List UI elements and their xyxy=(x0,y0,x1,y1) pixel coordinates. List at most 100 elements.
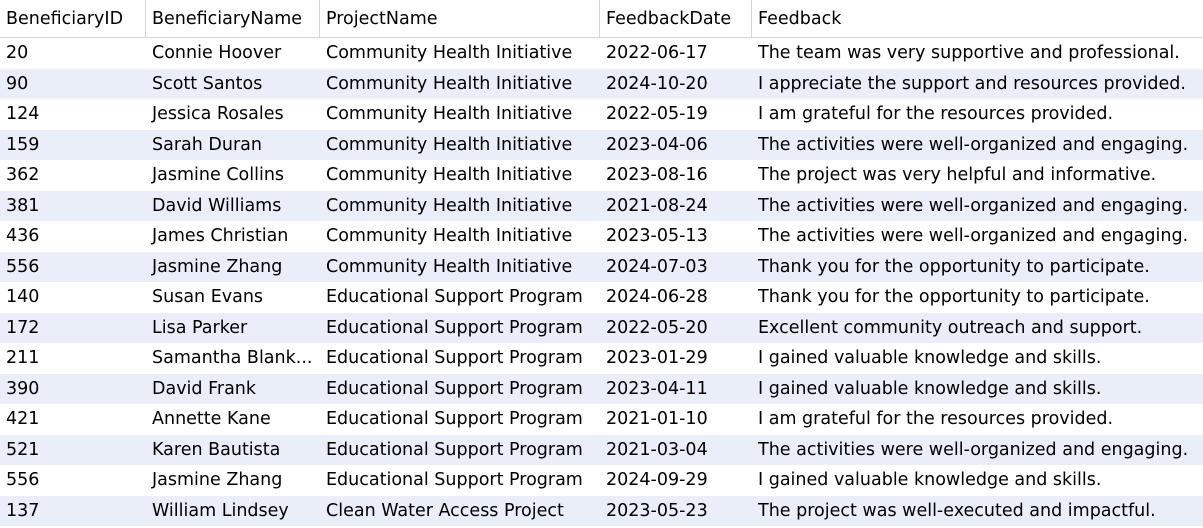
cell-project-name[interactable]: Community Health Initiative xyxy=(320,38,600,69)
column-header-feedback[interactable]: Feedback xyxy=(752,0,1203,37)
cell-beneficiary-name[interactable]: Jasmine Zhang xyxy=(146,252,320,283)
cell-beneficiary-name[interactable]: David Frank xyxy=(146,374,320,405)
table-row[interactable]: 172 Lisa Parker Educational Support Progra… xyxy=(0,312,1203,344)
cell-feedback-date[interactable]: 2022-06-17 xyxy=(600,38,752,69)
cell-project-name[interactable]: Community Health Initiative xyxy=(320,160,600,191)
cell-feedback[interactable]: I appreciate the support and resources p… xyxy=(752,69,1203,100)
cell-project-name[interactable]: Educational Support Program xyxy=(320,343,600,374)
cell-beneficiary-id[interactable]: 159 xyxy=(0,130,146,161)
cell-beneficiary-id[interactable]: 421 xyxy=(0,404,146,435)
cell-project-name[interactable]: Educational Support Program xyxy=(320,435,600,466)
cell-beneficiary-id[interactable]: 20 xyxy=(0,38,146,69)
cell-project-name[interactable]: Educational Support Program xyxy=(320,282,600,313)
table-row[interactable]: 140 Susan Evans Educational Support Progra… xyxy=(0,282,1203,313)
table-row[interactable]: 381 David Williams Community Health Initia… xyxy=(0,190,1203,222)
cell-feedback[interactable]: I gained valuable knowledge and skills. xyxy=(752,343,1203,374)
cell-feedback-date[interactable]: 2021-03-04 xyxy=(600,435,752,466)
cell-beneficiary-id[interactable]: 90 xyxy=(0,69,146,100)
cell-feedback[interactable]: Thank you for the opportunity to partici… xyxy=(752,282,1203,313)
cell-feedback[interactable]: I am grateful for the resources provided… xyxy=(752,99,1203,130)
cell-beneficiary-name[interactable]: Samantha Blank... xyxy=(146,343,320,374)
cell-beneficiary-name[interactable]: Jasmine Zhang xyxy=(146,465,320,496)
cell-project-name[interactable]: Community Health Initiative xyxy=(320,221,600,252)
table-row[interactable]: 90 Scott Santos Community Health Initiativ… xyxy=(0,68,1203,100)
cell-beneficiary-name[interactable]: David Williams xyxy=(146,191,320,222)
cell-feedback-date[interactable]: 2023-05-13 xyxy=(600,221,752,252)
table-row[interactable]: 211 Samantha Blank... Educational Support … xyxy=(0,343,1203,374)
cell-project-name[interactable]: Educational Support Program xyxy=(320,465,600,496)
cell-feedback[interactable]: I gained valuable knowledge and skills. xyxy=(752,465,1203,496)
cell-beneficiary-name[interactable]: Lisa Parker xyxy=(146,313,320,344)
table-row[interactable]: 362 Jasmine Collins Community Health Initi… xyxy=(0,160,1203,191)
cell-beneficiary-id[interactable]: 124 xyxy=(0,99,146,130)
table-row[interactable]: 436 James Christian Community Health Initi… xyxy=(0,221,1203,252)
cell-project-name[interactable]: Community Health Initiative xyxy=(320,69,600,100)
cell-beneficiary-id[interactable]: 390 xyxy=(0,374,146,405)
cell-beneficiary-id[interactable]: 137 xyxy=(0,496,146,527)
cell-feedback[interactable]: Excellent community outreach and support… xyxy=(752,313,1203,344)
cell-feedback-date[interactable]: 2023-04-06 xyxy=(600,130,752,161)
cell-feedback[interactable]: The team was very supportive and profess… xyxy=(752,38,1203,69)
cell-project-name[interactable]: Community Health Initiative xyxy=(320,191,600,222)
cell-feedback-date[interactable]: 2023-05-23 xyxy=(600,496,752,527)
cell-feedback-date[interactable]: 2021-01-10 xyxy=(600,404,752,435)
cell-beneficiary-id[interactable]: 436 xyxy=(0,221,146,252)
cell-beneficiary-id[interactable]: 556 xyxy=(0,465,146,496)
cell-beneficiary-name[interactable]: Sarah Duran xyxy=(146,130,320,161)
cell-feedback-date[interactable]: 2022-05-19 xyxy=(600,99,752,130)
cell-project-name[interactable]: Community Health Initiative xyxy=(320,99,600,130)
cell-feedback[interactable]: The activities were well-organized and e… xyxy=(752,191,1203,222)
column-header-beneficiary-id[interactable]: BeneficiaryID xyxy=(0,0,146,37)
cell-project-name[interactable]: Community Health Initiative xyxy=(320,130,600,161)
cell-beneficiary-name[interactable]: Jessica Rosales xyxy=(146,99,320,130)
table-row[interactable]: 556 Jasmine Zhang Community Health Initiat… xyxy=(0,251,1203,283)
cell-beneficiary-name[interactable]: Annette Kane xyxy=(146,404,320,435)
cell-beneficiary-id[interactable]: 172 xyxy=(0,313,146,344)
table-row[interactable]: 159 Sarah Duran Community Health Initiativ… xyxy=(0,129,1203,161)
cell-feedback-date[interactable]: 2023-04-11 xyxy=(600,374,752,405)
cell-beneficiary-id[interactable]: 140 xyxy=(0,282,146,313)
cell-project-name[interactable]: Educational Support Program xyxy=(320,313,600,344)
cell-feedback-date[interactable]: 2023-01-29 xyxy=(600,343,752,374)
cell-feedback[interactable]: The activities were well-organized and e… xyxy=(752,435,1203,466)
cell-feedback[interactable]: The project was very helpful and informa… xyxy=(752,160,1203,191)
cell-beneficiary-name[interactable]: Scott Santos xyxy=(146,69,320,100)
cell-feedback[interactable]: I am grateful for the resources provided… xyxy=(752,404,1203,435)
table-row[interactable]: 556 Jasmine Zhang Educational Support Prog… xyxy=(0,465,1203,496)
cell-feedback-date[interactable]: 2021-08-24 xyxy=(600,191,752,222)
cell-project-name[interactable]: Community Health Initiative xyxy=(320,252,600,283)
cell-beneficiary-name[interactable]: James Christian xyxy=(146,221,320,252)
table-row[interactable]: 124 Jessica Rosales Community Health Initi… xyxy=(0,99,1203,130)
cell-beneficiary-id[interactable]: 211 xyxy=(0,343,146,374)
cell-beneficiary-name[interactable]: William Lindsey xyxy=(146,496,320,527)
cell-beneficiary-name[interactable]: Jasmine Collins xyxy=(146,160,320,191)
cell-feedback[interactable]: I gained valuable knowledge and skills. xyxy=(752,374,1203,405)
table-row[interactable]: 137 William Lindsey Clean Water Access Pro… xyxy=(0,495,1203,527)
cell-feedback[interactable]: Thank you for the opportunity to partici… xyxy=(752,252,1203,283)
table-row[interactable]: 421 Annette Kane Educational Support Progr… xyxy=(0,404,1203,435)
cell-feedback-date[interactable]: 2022-05-20 xyxy=(600,313,752,344)
cell-feedback-date[interactable]: 2024-06-28 xyxy=(600,282,752,313)
cell-project-name[interactable]: Educational Support Program xyxy=(320,404,600,435)
column-header-feedback-date[interactable]: FeedbackDate xyxy=(600,0,752,37)
cell-beneficiary-name[interactable]: Connie Hoover xyxy=(146,38,320,69)
cell-beneficiary-id[interactable]: 362 xyxy=(0,160,146,191)
cell-feedback-date[interactable]: 2024-10-20 xyxy=(600,69,752,100)
cell-beneficiary-id[interactable]: 381 xyxy=(0,191,146,222)
cell-feedback-date[interactable]: 2024-07-03 xyxy=(600,252,752,283)
cell-beneficiary-id[interactable]: 556 xyxy=(0,252,146,283)
cell-project-name[interactable]: Educational Support Program xyxy=(320,374,600,405)
cell-feedback-date[interactable]: 2024-09-29 xyxy=(600,465,752,496)
table-row[interactable]: 390 David Frank Educational Support Progra… xyxy=(0,373,1203,405)
cell-beneficiary-name[interactable]: Karen Bautista xyxy=(146,435,320,466)
cell-project-name[interactable]: Clean Water Access Project xyxy=(320,496,600,527)
table-row[interactable]: 20 Connie Hoover Community Health Initiati… xyxy=(0,38,1203,69)
cell-beneficiary-id[interactable]: 521 xyxy=(0,435,146,466)
cell-feedback[interactable]: The activities were well-organized and e… xyxy=(752,221,1203,252)
cell-feedback-date[interactable]: 2023-08-16 xyxy=(600,160,752,191)
result-grid[interactable]: BeneficiaryID BeneficiaryName ProjectNam… xyxy=(0,0,1203,528)
cell-beneficiary-name[interactable]: Susan Evans xyxy=(146,282,320,313)
cell-feedback[interactable]: The activities were well-organized and e… xyxy=(752,130,1203,161)
cell-feedback[interactable]: The project was well-executed and impact… xyxy=(752,496,1203,527)
table-row[interactable]: 521 Karen Bautista Educational Support Pro… xyxy=(0,434,1203,466)
